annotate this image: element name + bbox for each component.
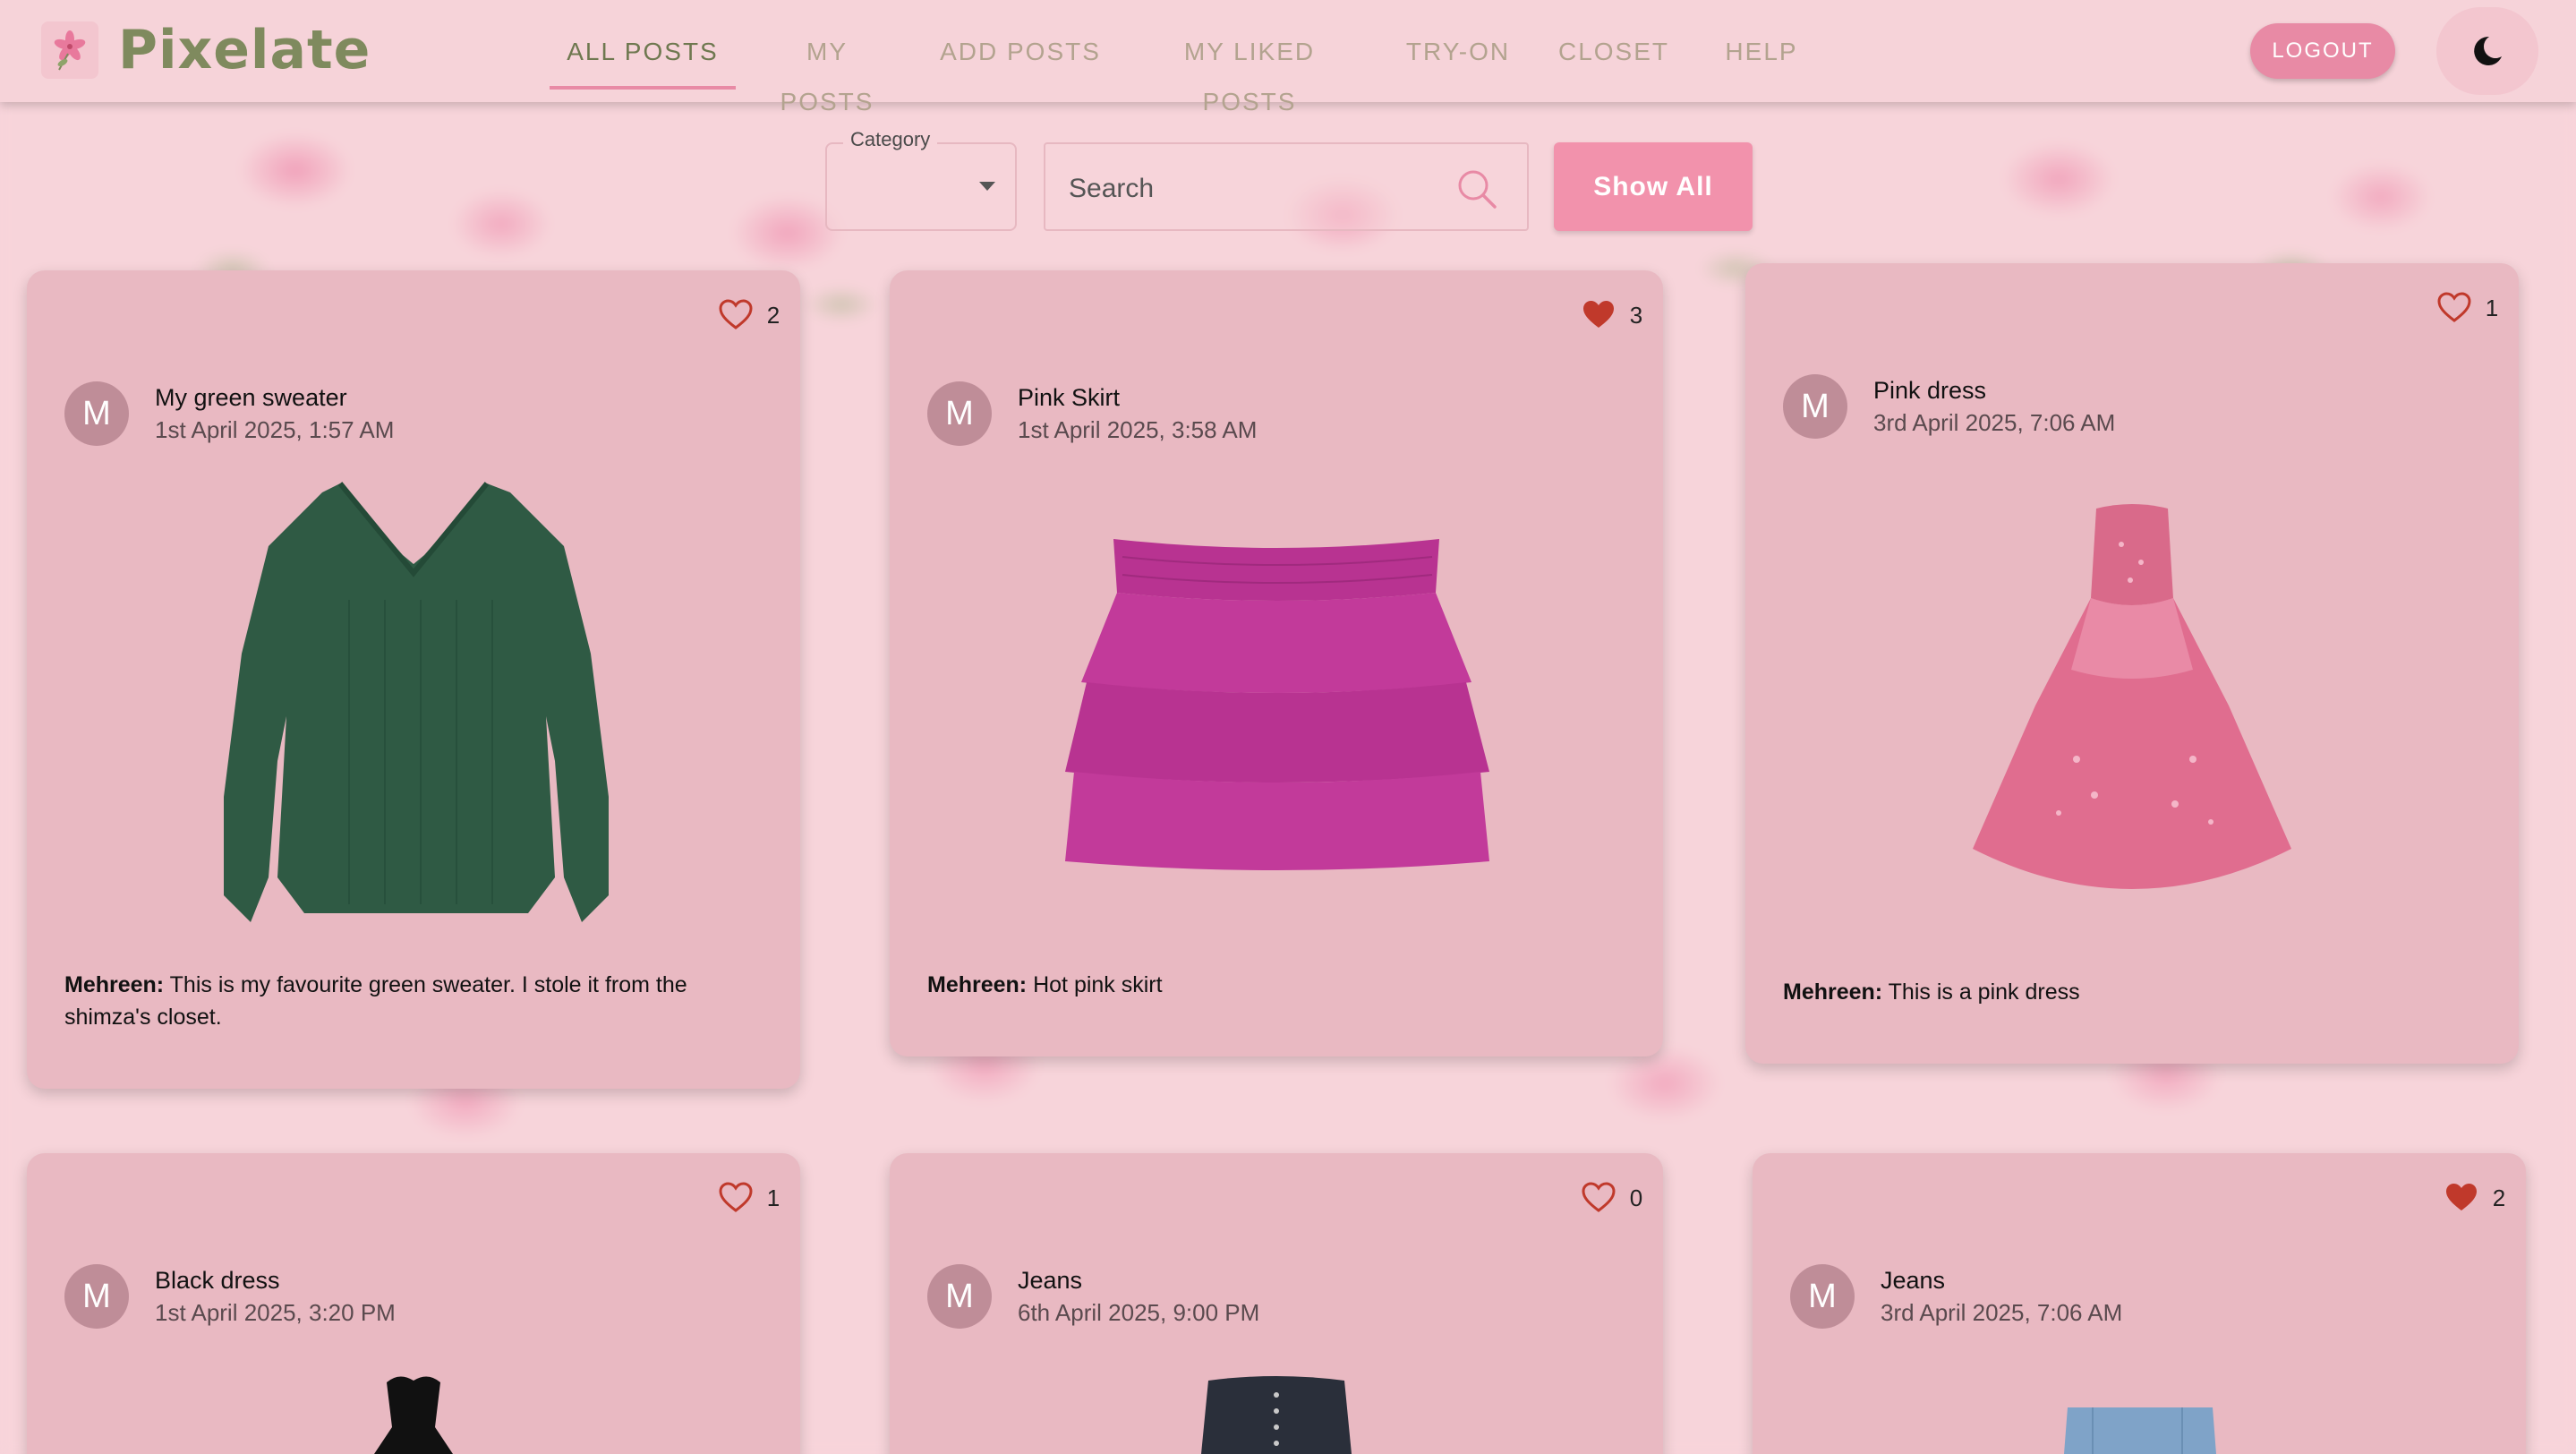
post-title: Jeans <box>1881 1267 1946 1294</box>
post-date: 1st April 2025, 3:20 PM <box>155 1299 396 1326</box>
like-count: 2 <box>2492 1185 2506 1211</box>
heart-filled-icon[interactable] <box>1581 297 1616 333</box>
post-caption: Mehreen: This is my favourite green swea… <box>64 969 772 1033</box>
post-date: 1st April 2025, 1:57 AM <box>155 416 395 443</box>
show-all-button[interactable]: Show All <box>1554 142 1753 231</box>
post-card: 0 M Jeans 6th April 2025, 9:00 PM <box>890 1153 1663 1454</box>
active-tab-indicator <box>550 86 736 90</box>
app-logo-text[interactable]: Pixelate <box>118 14 371 86</box>
post-card: 3 M Pink Skirt 1st April 2025, 3:58 AM M… <box>890 270 1663 1056</box>
black-dress-image <box>374 1376 453 1454</box>
blue-jeans-image <box>2064 1407 2216 1454</box>
avatar: M <box>927 381 992 446</box>
post-card: 2 M My green sweater 1st April 2025, 1:5… <box>27 270 800 1089</box>
post-date: 3rd April 2025, 7:06 AM <box>1873 409 2116 436</box>
pink-skirt-image <box>1065 539 1489 870</box>
post-caption-text: This is a pink dress <box>1888 979 2080 1005</box>
like-count: 1 <box>2485 295 2499 321</box>
like-count: 1 <box>766 1185 780 1211</box>
avatar: M <box>1790 1264 1855 1329</box>
heart-outline-icon[interactable] <box>2436 290 2472 326</box>
heart-outline-icon[interactable] <box>1581 1180 1616 1216</box>
avatar: M <box>64 381 129 446</box>
black-jeans-image <box>1201 1376 1352 1454</box>
flower-logo-icon <box>41 21 98 79</box>
pink-dress-image <box>1973 504 2291 889</box>
theme-toggle-button[interactable] <box>2436 7 2538 95</box>
post-card: 2 M Jeans 3rd April 2025, 7:06 AM <box>1753 1153 2526 1454</box>
post-author: Mehreen: <box>1783 979 1883 1005</box>
post-title: Jeans <box>1018 1267 1083 1294</box>
post-title: Black dress <box>155 1267 280 1294</box>
avatar: M <box>1783 374 1847 439</box>
tab-closet[interactable]: CLOSET <box>1556 27 1672 77</box>
like-count: 0 <box>1629 1185 1643 1211</box>
top-navigation-bar: Pixelate ALL POSTS MY POSTS ADD POSTS MY… <box>0 0 2576 115</box>
post-caption: Mehreen: Hot pink skirt <box>927 969 1634 1001</box>
tab-all-posts[interactable]: ALL POSTS <box>550 27 736 77</box>
post-title: Pink dress <box>1873 377 1987 404</box>
category-label: Category <box>843 128 938 151</box>
post-caption-text: Hot pink skirt <box>1033 972 1163 997</box>
avatar: M <box>64 1264 129 1329</box>
category-select[interactable]: Category <box>825 128 1017 231</box>
tab-my-liked-posts[interactable]: MY LIKED POSTS <box>1139 27 1361 115</box>
search-icon[interactable] <box>1454 166 1500 212</box>
search-field[interactable] <box>1044 142 1529 231</box>
heart-outline-icon[interactable] <box>718 1180 754 1216</box>
post-title: My green sweater <box>155 384 347 411</box>
tab-add-posts[interactable]: ADD POSTS <box>940 27 1101 77</box>
tab-try-on[interactable]: TRY-ON <box>1400 27 1516 77</box>
post-card: 1 M Pink dress 3rd April 2025, 7:06 AM M… <box>1745 263 2519 1064</box>
search-input[interactable] <box>1067 166 1446 212</box>
moon-icon <box>2474 36 2502 65</box>
tab-my-posts[interactable]: MY POSTS <box>755 27 899 115</box>
avatar: M <box>927 1264 992 1329</box>
post-caption: Mehreen: This is a pink dress <box>1783 976 2490 1008</box>
post-date: 3rd April 2025, 7:06 AM <box>1881 1299 2123 1326</box>
post-author: Mehreen: <box>64 972 165 997</box>
logout-button[interactable]: LOGOUT <box>2250 23 2395 79</box>
dropdown-arrow-icon <box>979 182 995 191</box>
post-author: Mehreen: <box>927 972 1028 997</box>
green-sweater-image <box>224 482 609 922</box>
post-card: 1 M Black dress 1st April 2025, 3:20 PM <box>27 1153 800 1454</box>
post-date: 6th April 2025, 9:00 PM <box>1018 1299 1260 1326</box>
like-count: 2 <box>766 302 780 329</box>
post-date: 1st April 2025, 3:58 AM <box>1018 416 1258 443</box>
tab-help[interactable]: HELP <box>1719 27 1804 77</box>
like-count: 3 <box>1629 302 1643 329</box>
heart-filled-icon[interactable] <box>2444 1180 2479 1216</box>
post-title: Pink Skirt <box>1018 384 1121 411</box>
heart-outline-icon[interactable] <box>718 297 754 333</box>
